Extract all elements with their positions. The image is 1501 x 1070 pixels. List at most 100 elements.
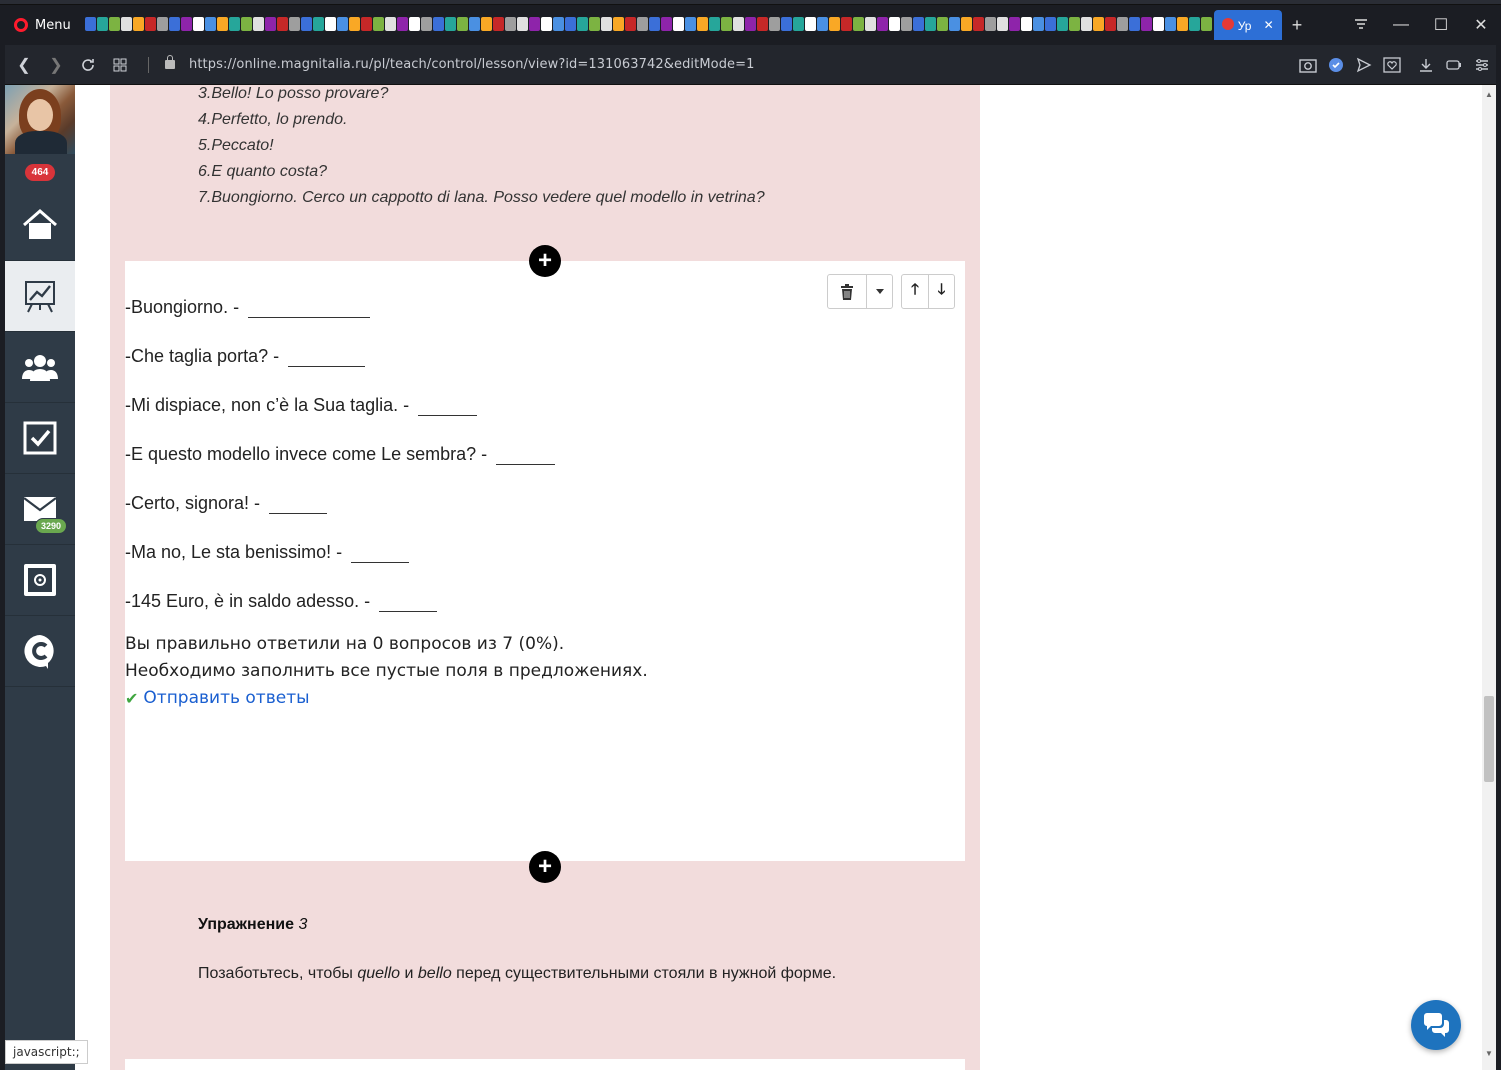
speed-dial-icon[interactable] — [104, 49, 136, 81]
pinned-tab-favicon-icon[interactable] — [108, 17, 120, 31]
move-down-button[interactable]: 🡓 — [928, 275, 954, 308]
pinned-tab-favicon-icon[interactable] — [636, 17, 648, 31]
delete-block-button[interactable] — [828, 275, 866, 308]
lock-icon[interactable] — [165, 55, 175, 69]
pinned-tab-favicon-icon[interactable] — [792, 17, 804, 31]
pinned-tab-favicon-icon[interactable] — [168, 17, 180, 31]
pinned-tab-favicon-icon[interactable] — [576, 17, 588, 31]
back-button[interactable]: ❮ — [8, 49, 40, 81]
pinned-tab-favicon-icon[interactable] — [396, 17, 408, 31]
scroll-down-arrow-icon[interactable]: ▼ — [1482, 1046, 1496, 1060]
pinned-tab-favicon-icon[interactable] — [468, 17, 480, 31]
pinned-tab-favicon-icon[interactable] — [804, 17, 816, 31]
sidebar-item-users[interactable] — [5, 332, 75, 403]
pinned-tab-favicon-icon[interactable] — [816, 17, 828, 31]
sidebar-item-home[interactable] — [5, 190, 75, 261]
pinned-tab-favicon-icon[interactable] — [984, 17, 996, 31]
pinned-tab-favicon-icon[interactable] — [876, 17, 888, 31]
pinned-tab-favicon-icon[interactable] — [1008, 17, 1020, 31]
pinned-tab-favicon-icon[interactable] — [372, 17, 384, 31]
sidebar-item-settings[interactable] — [5, 545, 75, 616]
pinned-tab-favicon-icon[interactable] — [648, 17, 660, 31]
tab-menu-icon[interactable] — [1341, 5, 1381, 45]
pinned-tab-favicon-icon[interactable] — [960, 17, 972, 31]
pinned-tabs-strip[interactable] — [84, 13, 1212, 37]
pinned-tab-favicon-icon[interactable] — [852, 17, 864, 31]
scroll-up-arrow-icon[interactable]: ▲ — [1482, 87, 1496, 101]
pinned-tab-favicon-icon[interactable] — [360, 17, 372, 31]
sidebar-item-brand[interactable] — [5, 616, 75, 687]
pinned-tab-favicon-icon[interactable] — [552, 17, 564, 31]
pinned-tab-favicon-icon[interactable] — [144, 17, 156, 31]
pinned-tab-favicon-icon[interactable] — [1056, 17, 1068, 31]
pinned-tab-favicon-icon[interactable] — [600, 17, 612, 31]
pinned-tab-favicon-icon[interactable] — [696, 17, 708, 31]
avatar[interactable] — [5, 85, 75, 154]
pinned-tab-favicon-icon[interactable] — [888, 17, 900, 31]
pinned-tab-favicon-icon[interactable] — [1164, 17, 1176, 31]
pinned-tab-favicon-icon[interactable] — [756, 17, 768, 31]
pinned-tab-favicon-icon[interactable] — [924, 17, 936, 31]
easy-setup-icon[interactable] — [1471, 54, 1493, 76]
pinned-tab-favicon-icon[interactable] — [1032, 17, 1044, 31]
pinned-tab-favicon-icon[interactable] — [456, 17, 468, 31]
pinned-tab-favicon-icon[interactable] — [588, 17, 600, 31]
battery-saver-icon[interactable] — [1443, 54, 1465, 76]
pinned-tab-favicon-icon[interactable] — [300, 17, 312, 31]
page-scrollbar[interactable]: ▲ ▼ — [1482, 85, 1496, 1070]
answer-blank[interactable] — [288, 341, 366, 367]
pinned-tab-favicon-icon[interactable] — [828, 17, 840, 31]
pinned-tab-favicon-icon[interactable] — [420, 17, 432, 31]
pinned-tab-favicon-icon[interactable] — [1176, 17, 1188, 31]
tab-close-icon[interactable]: ✕ — [1264, 18, 1274, 32]
pinned-tab-favicon-icon[interactable] — [276, 17, 288, 31]
pinned-tab-favicon-icon[interactable] — [972, 17, 984, 31]
reload-button[interactable] — [72, 49, 104, 81]
pinned-tab-favicon-icon[interactable] — [1140, 17, 1152, 31]
close-window-button[interactable]: ✕ — [1461, 5, 1501, 45]
send-icon[interactable] — [1353, 54, 1375, 76]
answer-blank[interactable] — [418, 390, 478, 416]
add-block-button[interactable]: + — [529, 851, 561, 883]
pinned-tab-favicon-icon[interactable] — [948, 17, 960, 31]
vpn-shield-icon[interactable] — [1325, 54, 1347, 76]
bookmark-heart-icon[interactable] — [1381, 54, 1403, 76]
pinned-tab-favicon-icon[interactable] — [864, 17, 876, 31]
pinned-tab-favicon-icon[interactable] — [612, 17, 624, 31]
pinned-tab-favicon-icon[interactable] — [492, 17, 504, 31]
pinned-tab-favicon-icon[interactable] — [840, 17, 852, 31]
pinned-tab-favicon-icon[interactable] — [240, 17, 252, 31]
pinned-tab-favicon-icon[interactable] — [672, 17, 684, 31]
pinned-tab-favicon-icon[interactable] — [1044, 17, 1056, 31]
pinned-tab-favicon-icon[interactable] — [216, 17, 228, 31]
pinned-tab-favicon-icon[interactable] — [684, 17, 696, 31]
pinned-tab-favicon-icon[interactable] — [336, 17, 348, 31]
forward-button[interactable]: ❯ — [40, 49, 72, 81]
maximize-button[interactable]: ☐ — [1421, 5, 1461, 45]
pinned-tab-favicon-icon[interactable] — [228, 17, 240, 31]
pinned-tab-favicon-icon[interactable] — [1104, 17, 1116, 31]
answer-blank[interactable] — [351, 537, 410, 563]
sidebar-item-tasks[interactable] — [5, 403, 75, 474]
pinned-tab-favicon-icon[interactable] — [564, 17, 576, 31]
pinned-tab-favicon-icon[interactable] — [780, 17, 792, 31]
pinned-tab-favicon-icon[interactable] — [204, 17, 216, 31]
pinned-tab-favicon-icon[interactable] — [408, 17, 420, 31]
pinned-tab-favicon-icon[interactable] — [156, 17, 168, 31]
notifications-badge-row[interactable]: 464 — [5, 154, 75, 190]
answer-blank[interactable] — [496, 439, 556, 465]
answer-blank[interactable] — [379, 586, 438, 612]
submit-answers-link[interactable]: ✔ Отправить ответы — [125, 685, 648, 712]
pinned-tab-favicon-icon[interactable] — [312, 17, 324, 31]
move-up-button[interactable]: 🡑 — [902, 275, 928, 308]
opera-menu-button[interactable]: Menu — [0, 5, 81, 45]
pinned-tab-favicon-icon[interactable] — [1092, 17, 1104, 31]
pinned-tab-favicon-icon[interactable] — [1152, 17, 1164, 31]
add-block-button[interactable]: + — [529, 245, 561, 277]
new-tab-button[interactable]: + — [1282, 15, 1313, 36]
pinned-tab-favicon-icon[interactable] — [1020, 17, 1032, 31]
pinned-tab-favicon-icon[interactable] — [624, 17, 636, 31]
pinned-tab-favicon-icon[interactable] — [936, 17, 948, 31]
active-tab[interactable]: Ур ✕ — [1213, 10, 1282, 40]
scrollbar-thumb[interactable] — [1484, 696, 1494, 782]
